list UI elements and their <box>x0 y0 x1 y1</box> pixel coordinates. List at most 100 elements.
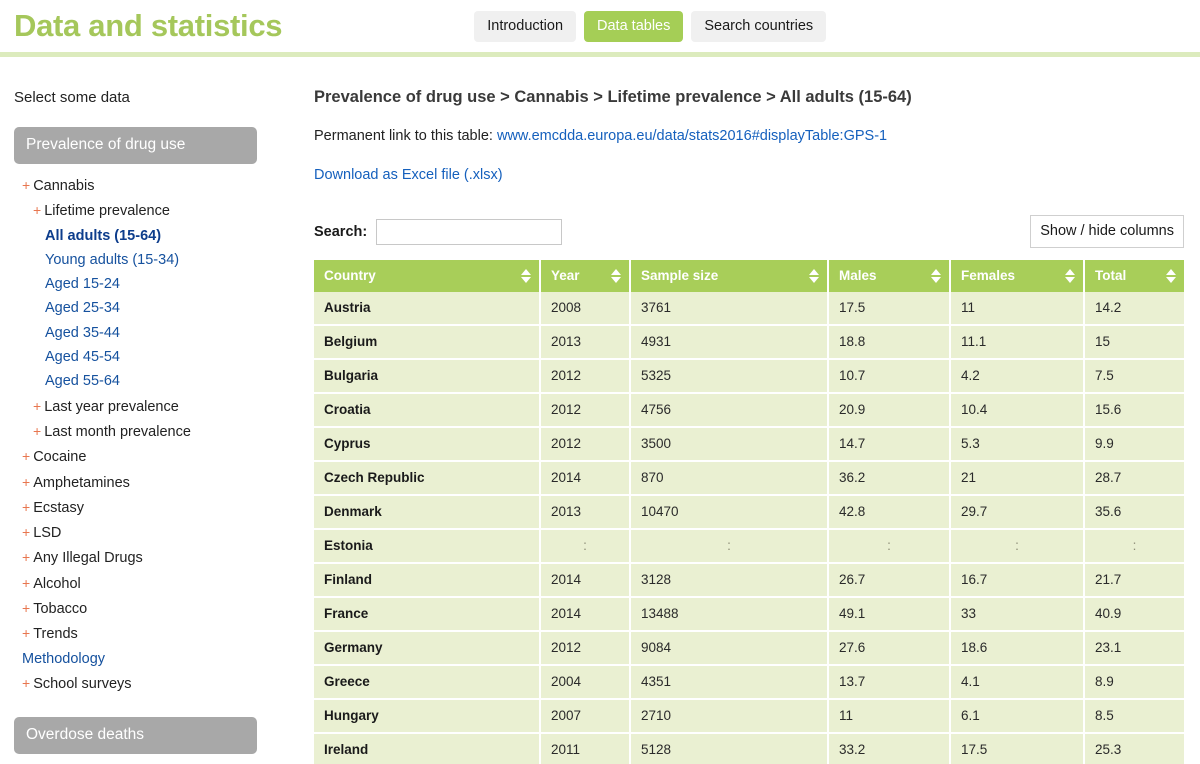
sidebar-item-trends[interactable]: + Trends <box>0 621 290 646</box>
cell-females: 21 <box>950 461 1085 496</box>
sidebar-item-cocaine[interactable]: + Cocaine <box>0 444 290 469</box>
nav-tab-introduction[interactable]: Introduction <box>474 10 577 42</box>
cell-sample: 4351 <box>630 665 829 700</box>
sidebar-item-alcohol[interactable]: + Alcohol <box>0 571 290 596</box>
sidebar-item-lsd[interactable]: + LSD <box>0 520 290 545</box>
cell-sample: 3500 <box>630 427 829 462</box>
table-row: Cyprus 2012 3500 14.7 5.3 9.9 <box>314 427 1184 462</box>
column-header-label: Country <box>324 268 376 283</box>
sort-arrows-icon[interactable] <box>611 269 621 283</box>
expand-plus-icon[interactable]: + <box>22 448 30 464</box>
cell-country: Czech Republic <box>314 461 541 496</box>
sidebar-item-cannabis[interactable]: + Cannabis <box>0 173 290 198</box>
cell-country: Denmark <box>314 495 541 530</box>
column-header-sample-size[interactable]: Sample size <box>630 260 829 292</box>
sidebar-item-school-surveys[interactable]: + School surveys <box>0 671 290 696</box>
sidebar-section-overdose-deaths[interactable]: Overdose deaths <box>14 717 257 755</box>
cell-males: 11 <box>828 699 951 734</box>
table-body: Austria 2008 3761 17.5 11 14.2 Belgium 2013 4931… <box>314 292 1184 764</box>
sort-arrows-icon[interactable] <box>931 269 941 283</box>
sidebar-item-aged-35-44[interactable]: Aged 35-44 <box>0 321 290 345</box>
cell-females: 4.1 <box>950 665 1085 700</box>
sidebar-item-methodology[interactable]: Methodology <box>0 647 290 671</box>
sidebar-item-aged-55-64[interactable]: Aged 55-64 <box>0 369 290 393</box>
sidebar-item-last-month-prevalence[interactable]: + Last month prevalence <box>0 419 290 444</box>
data-table: Country Year Sample size Males Females Total … <box>314 260 1184 764</box>
cell-sample: 3761 <box>630 292 829 326</box>
column-header-country[interactable]: Country <box>314 260 541 292</box>
table-row: Denmark 2013 10470 42.8 29.7 35.6 <box>314 495 1184 530</box>
sidebar-item-young-adults-15-34[interactable]: Young adults (15-34) <box>0 248 290 272</box>
table-row: Austria 2008 3761 17.5 11 14.2 <box>314 292 1184 326</box>
sidebar-item-last-year-prevalence[interactable]: + Last year prevalence <box>0 394 290 419</box>
nav-tab-search-countries[interactable]: Search countries <box>691 10 827 42</box>
column-header-year[interactable]: Year <box>540 260 631 292</box>
cell-country: Austria <box>314 292 541 326</box>
permalink-url-link[interactable]: www.emcdda.europa.eu/data/stats2016#disp… <box>497 128 887 144</box>
expand-plus-icon[interactable]: + <box>22 474 30 490</box>
cell-sample: 870 <box>630 461 829 496</box>
cell-country: Estonia <box>314 529 541 564</box>
show-hide-columns-button[interactable]: Show / hide columns <box>1030 215 1184 248</box>
expand-plus-icon[interactable]: + <box>22 177 30 193</box>
download-line: Download as Excel file (.xlsx) <box>314 167 1200 183</box>
sort-arrows-icon[interactable] <box>521 269 531 283</box>
cell-country: France <box>314 597 541 632</box>
sort-arrows-icon[interactable] <box>1166 269 1176 283</box>
nav-tab-data-tables[interactable]: Data tables <box>584 10 684 42</box>
sidebar-item-lifetime-prevalence[interactable]: + Lifetime prevalence <box>0 198 290 223</box>
table-row: Germany 2012 9084 27.6 18.6 23.1 <box>314 631 1184 666</box>
expand-plus-icon[interactable]: + <box>22 524 30 540</box>
cell-sample: 13488 <box>630 597 829 632</box>
sidebar-tree: + Cannabis + Lifetime prevalence All adults … <box>0 173 290 696</box>
search-input[interactable] <box>376 218 563 245</box>
cell-males: 42.8 <box>828 495 951 530</box>
sidebar-item-aged-15-24[interactable]: Aged 15-24 <box>0 272 290 296</box>
expand-plus-icon[interactable]: + <box>22 549 30 565</box>
sidebar-item-ecstasy[interactable]: + Ecstasy <box>0 495 290 520</box>
sidebar-item-label: School surveys <box>33 675 132 692</box>
cell-country: Cyprus <box>314 427 541 462</box>
cell-year: 2004 <box>540 665 631 700</box>
cell-females: 33 <box>950 597 1085 632</box>
cell-year: : <box>540 529 631 564</box>
cell-year: 2013 <box>540 325 631 360</box>
table-row: Czech Republic 2014 870 36.2 21 28.7 <box>314 461 1184 496</box>
cell-males: 33.2 <box>828 733 951 764</box>
sidebar-panel-gap <box>0 754 290 764</box>
column-header-males[interactable]: Males <box>828 260 951 292</box>
expand-plus-icon[interactable]: + <box>33 202 41 218</box>
sidebar-item-label: Aged 55-64 <box>45 373 120 390</box>
expand-plus-icon[interactable]: + <box>22 499 30 515</box>
cell-year: 2007 <box>540 699 631 734</box>
sidebar-item-amphetamines[interactable]: + Amphetamines <box>0 470 290 495</box>
cell-year: 2013 <box>540 495 631 530</box>
expand-plus-icon[interactable]: + <box>22 625 30 641</box>
cell-total: 8.9 <box>1084 665 1184 700</box>
sidebar-item-any-illegal-drugs[interactable]: + Any Illegal Drugs <box>0 545 290 570</box>
expand-plus-icon[interactable]: + <box>33 423 41 439</box>
cell-males: 14.7 <box>828 427 951 462</box>
sidebar-item-all-adults-15-64[interactable]: All adults (15-64) <box>0 224 290 248</box>
column-header-females[interactable]: Females <box>950 260 1085 292</box>
sidebar-item-label: Alcohol <box>33 575 81 592</box>
sidebar-item-tobacco[interactable]: + Tobacco <box>0 596 290 621</box>
sidebar-item-aged-45-54[interactable]: Aged 45-54 <box>0 345 290 369</box>
column-header-label: Sample size <box>641 268 719 283</box>
expand-plus-icon[interactable]: + <box>22 600 30 616</box>
expand-plus-icon[interactable]: + <box>22 675 30 691</box>
sidebar-section-prevalence-of-drug-use[interactable]: Prevalence of drug use <box>14 127 257 164</box>
sort-arrows-icon[interactable] <box>809 269 819 283</box>
table-head: Country Year Sample size Males Females Total <box>314 260 1184 292</box>
expand-plus-icon[interactable]: + <box>33 398 41 414</box>
cell-year: 2012 <box>540 393 631 428</box>
column-header-total[interactable]: Total <box>1084 260 1184 292</box>
download-excel-link[interactable]: Download as Excel file (.xlsx) <box>314 167 503 183</box>
cell-sample: 5128 <box>630 733 829 764</box>
sort-arrows-icon[interactable] <box>1065 269 1075 283</box>
permalink-prefix: Permanent link to this table: <box>314 128 497 144</box>
cell-total: 7.5 <box>1084 359 1184 394</box>
expand-plus-icon[interactable]: + <box>22 575 30 591</box>
sidebar-item-aged-25-34[interactable]: Aged 25-34 <box>0 296 290 320</box>
cell-year: 2014 <box>540 563 631 598</box>
